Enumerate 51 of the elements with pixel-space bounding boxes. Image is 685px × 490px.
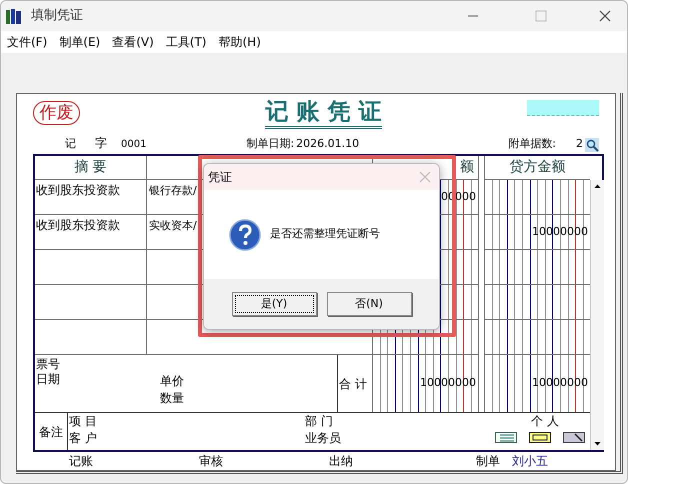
summary-text: 收到股东投资款 [36, 218, 120, 232]
date-label: 制单日期: [246, 136, 294, 152]
signature-label: 记账 [69, 453, 93, 470]
menu-item[interactable]: 帮助(H) [218, 33, 261, 51]
highlighted-field [527, 100, 599, 116]
total-label: 合 计 [339, 376, 367, 392]
list-icon[interactable] [495, 432, 517, 443]
person-label: 个 人 [530, 413, 559, 430]
scrollbar[interactable] [590, 180, 604, 450]
column-header: 贷方金额 [510, 158, 566, 177]
card-icon[interactable] [529, 432, 551, 443]
window-title: 填制凭证 [31, 7, 83, 26]
dialog-title: 凭证 [208, 169, 232, 186]
menu-item[interactable]: 制单(E) [59, 33, 100, 51]
signature-label: 出纳 [329, 453, 353, 470]
attachments-label: 附单据数: [508, 136, 556, 152]
void-stamp: 作废 [33, 101, 80, 126]
column-header: 摘 要 [74, 158, 107, 177]
customer-label: 客 户 [69, 430, 98, 447]
attachments-count: 2 [576, 136, 583, 152]
close-icon[interactable] [599, 10, 611, 22]
voucher-type: 记 [65, 136, 77, 152]
ticket-label: 票号 [36, 357, 61, 372]
word-label: 字 [95, 135, 107, 152]
summary-text: 收到股东投资款 [36, 183, 120, 197]
wand-icon[interactable] [563, 432, 585, 443]
project-label: 项 目 [69, 413, 98, 430]
dialog-button[interactable]: 是(Y) [232, 292, 316, 316]
menu-item[interactable]: 文件(F) [7, 33, 48, 51]
date-label: 日期 [36, 372, 61, 387]
column-header: 额 [460, 158, 474, 177]
question-icon [229, 218, 261, 250]
dialog-button[interactable]: 否(N) [326, 292, 412, 316]
account-text: 银行存款/ [149, 184, 197, 197]
account-text: 实收资本/ [149, 219, 197, 232]
search-icon[interactable] [585, 138, 599, 152]
quantity-label: 数量 [160, 390, 184, 407]
voucher-title: 记 账 凭 证 [265, 98, 382, 129]
signature-label: 审核 [199, 453, 223, 470]
voucher-number: 0001 [121, 138, 146, 152]
dialog-message: 是否还需整理凭证断号 [270, 226, 380, 242]
price-label: 单价 [160, 373, 184, 390]
date-value: 2026.01.10 [296, 136, 360, 152]
books-icon [5, 7, 23, 25]
salesperson-label: 业务员 [305, 430, 342, 447]
notes-label: 备注 [39, 424, 63, 440]
menu-item[interactable]: 工具(T) [166, 33, 206, 51]
menu-item[interactable]: 查看(V) [112, 33, 154, 51]
signature-label: 制单 [476, 453, 500, 470]
preparer-name: 刘小五 [512, 453, 548, 470]
department-label: 部 门 [305, 413, 334, 430]
